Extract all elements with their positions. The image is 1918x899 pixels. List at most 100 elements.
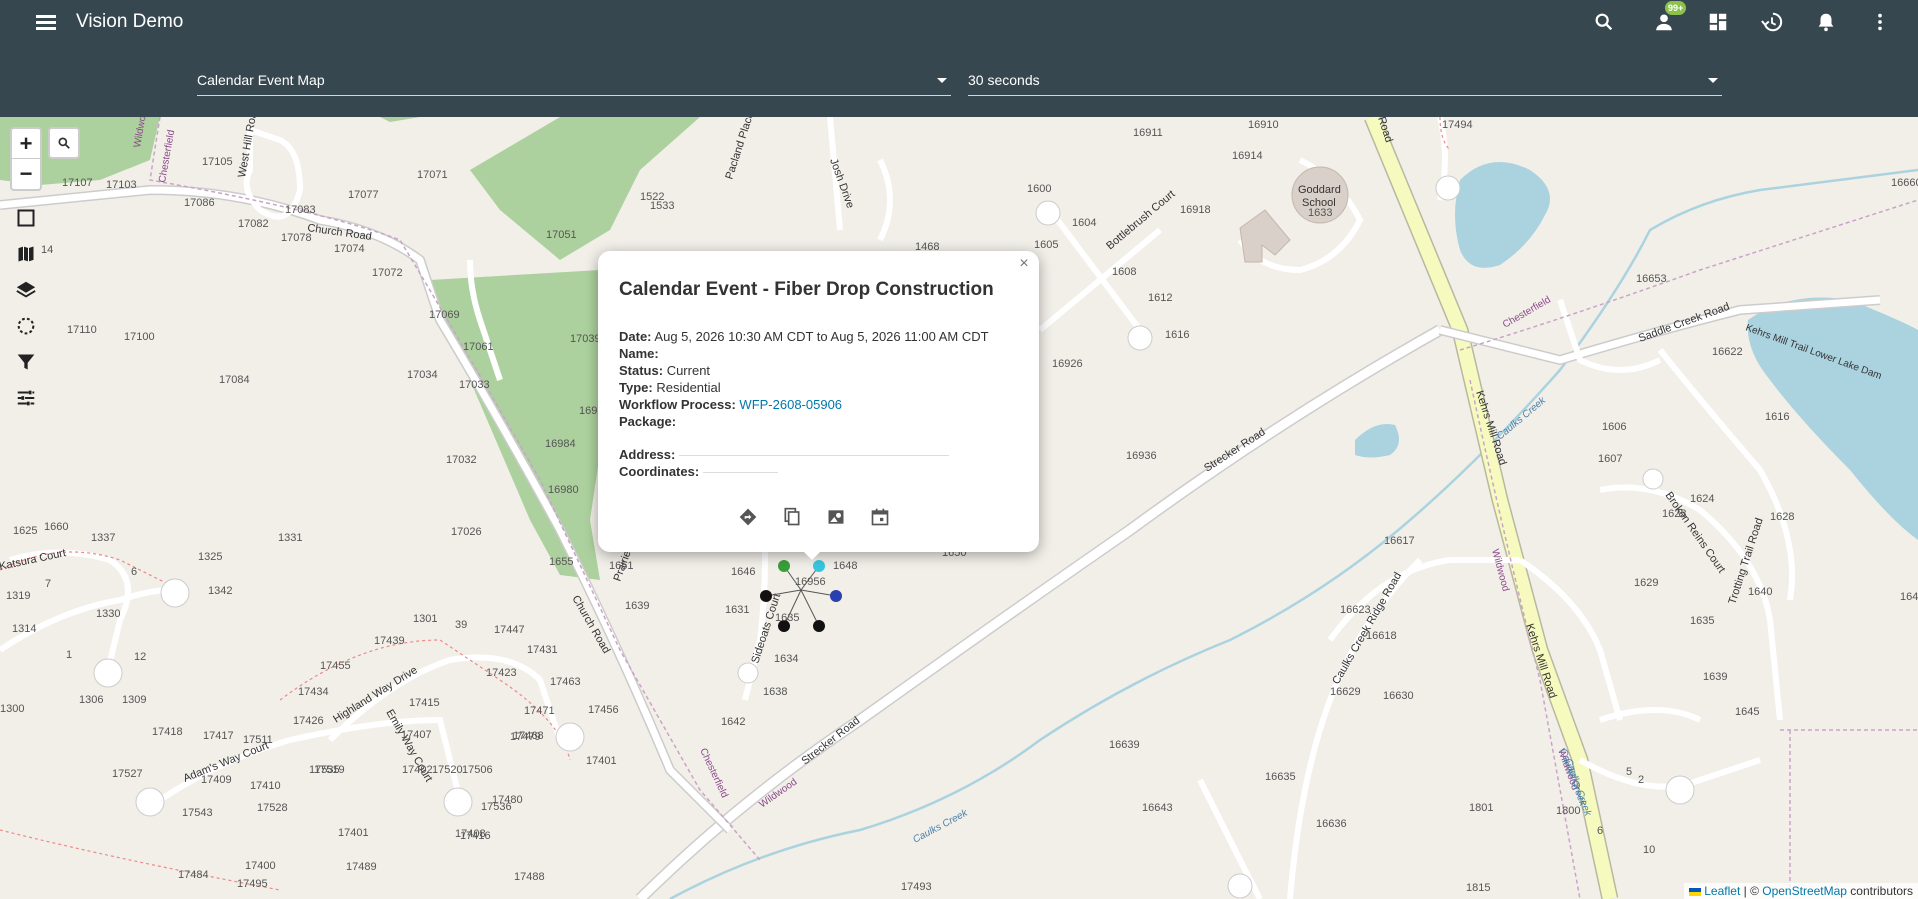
osm-link[interactable]: OpenStreetMap bbox=[1762, 884, 1847, 898]
flag-icon bbox=[1688, 887, 1701, 896]
house-number-label: 17488 bbox=[514, 871, 545, 883]
house-number-label: 17409 bbox=[201, 774, 232, 786]
house-number-label: 1645 bbox=[1735, 706, 1759, 718]
layers-tool[interactable] bbox=[10, 274, 42, 306]
house-number-label: 164 bbox=[1900, 591, 1918, 603]
road-label: Josh Drive bbox=[827, 157, 856, 210]
house-number-label: 16911 bbox=[1133, 127, 1163, 139]
house-number-label: 17536 bbox=[481, 801, 512, 813]
house-number-label: 17431 bbox=[527, 644, 558, 656]
close-popup-button[interactable]: × bbox=[1015, 255, 1033, 273]
house-number-label: 1623 bbox=[1662, 508, 1686, 520]
house-number-label: 39 bbox=[455, 619, 467, 631]
directions-button[interactable] bbox=[738, 507, 758, 527]
street-view-button[interactable] bbox=[826, 507, 846, 527]
search-icon bbox=[58, 137, 70, 149]
house-number-label: 17039 bbox=[570, 333, 601, 345]
account-icon[interactable]: 99+ bbox=[1651, 1, 1687, 35]
house-number-label: 17439 bbox=[374, 635, 405, 647]
road-label: Strecker Road bbox=[799, 715, 862, 768]
house-number-label: 16635 bbox=[1265, 771, 1296, 783]
workflow-label: Workflow Process: bbox=[619, 397, 736, 412]
house-number-label: 1306 bbox=[79, 694, 103, 706]
road-label: Pacland Place bbox=[723, 117, 756, 181]
house-number-label: 17401 bbox=[338, 827, 369, 839]
house-number-label: 17033 bbox=[459, 379, 490, 391]
layers-icon bbox=[16, 281, 36, 298]
leaflet-link[interactable]: Leaflet bbox=[1704, 884, 1740, 898]
house-number-label: 17069 bbox=[429, 309, 460, 321]
settings-tool[interactable] bbox=[10, 382, 42, 414]
house-number-label: 1 bbox=[66, 649, 72, 661]
zoom-out-button[interactable]: − bbox=[12, 159, 40, 189]
boundary-label: Chesterfield bbox=[697, 747, 730, 800]
house-number-label: 1608 bbox=[1112, 266, 1136, 278]
event-marker-green bbox=[778, 560, 790, 572]
event-popup: × Calendar Event - Fiber Drop Constructi… bbox=[598, 251, 1039, 552]
house-number-label: 1628 bbox=[1770, 511, 1794, 523]
menu-icon[interactable] bbox=[34, 10, 58, 34]
house-number-label: 17506 bbox=[462, 764, 493, 776]
house-number-label: 17407 bbox=[401, 729, 432, 741]
house-number-label: 1800 bbox=[1556, 805, 1580, 817]
type-value: Residential bbox=[656, 380, 721, 395]
house-number-label: 17447 bbox=[494, 624, 525, 636]
house-number-label: 17494 bbox=[1442, 119, 1473, 131]
house-number-label: 1337 bbox=[91, 532, 115, 544]
house-number-label: 17527 bbox=[112, 768, 143, 780]
house-number-label: 17484 bbox=[178, 869, 209, 881]
park-area bbox=[380, 117, 420, 122]
house-number-label: 12 bbox=[134, 651, 146, 663]
zoom-in-button[interactable]: + bbox=[12, 129, 40, 159]
refresh-interval-select[interactable]: 30 seconds bbox=[968, 68, 1722, 96]
search-icon[interactable] bbox=[1591, 9, 1617, 35]
house-number-label: 17520 bbox=[432, 764, 463, 776]
dashboard-icon[interactable] bbox=[1705, 9, 1731, 35]
house-number-label: 16636 bbox=[1316, 818, 1347, 830]
place-label: Goddard bbox=[1298, 184, 1341, 196]
house-number-label: 16914 bbox=[1232, 150, 1263, 162]
house-number-label: 1600 bbox=[1027, 183, 1051, 195]
house-number-label: 16984 bbox=[545, 438, 576, 450]
lasso-select-tool[interactable] bbox=[10, 310, 42, 342]
house-number-label: 16643 bbox=[1142, 802, 1173, 814]
house-number-label: 16623 bbox=[1340, 604, 1371, 616]
coordinates-redacted bbox=[702, 472, 778, 474]
map-select[interactable]: Calendar Event Map bbox=[197, 68, 951, 96]
map-search-button[interactable] bbox=[48, 127, 80, 159]
house-number-label: 1638 bbox=[763, 686, 787, 698]
house-number-label: 17417 bbox=[203, 730, 234, 742]
history-icon[interactable] bbox=[1759, 9, 1785, 35]
event-marker-blue bbox=[830, 590, 842, 602]
house-number-label: 1612 bbox=[1148, 292, 1172, 304]
workflow-link[interactable]: WFP-2608-05906 bbox=[739, 397, 842, 412]
attribution-contributors: contributors bbox=[1846, 884, 1913, 898]
date-label: Date: bbox=[619, 329, 652, 344]
calendar-button[interactable] bbox=[870, 507, 890, 527]
filter-tool[interactable] bbox=[10, 346, 42, 378]
road-label: Katsura Court bbox=[0, 547, 67, 573]
more-vert-icon[interactable] bbox=[1867, 9, 1893, 35]
house-number-label: 1616 bbox=[1165, 329, 1189, 341]
event-marker-black bbox=[760, 590, 772, 602]
address-label: Address: bbox=[619, 447, 676, 462]
chevron-down-icon bbox=[937, 78, 947, 83]
house-number-label: 17103 bbox=[106, 179, 137, 191]
house-number-label: 17100 bbox=[124, 331, 155, 343]
bell-icon[interactable] bbox=[1813, 9, 1839, 35]
draw-rectangle-tool[interactable] bbox=[10, 202, 42, 234]
house-number-label: 17400 bbox=[245, 860, 276, 872]
rectangle-icon bbox=[17, 209, 35, 227]
house-number-label: 17426 bbox=[293, 715, 324, 727]
house-number-label: 17072 bbox=[372, 267, 403, 279]
address-redacted bbox=[678, 455, 949, 457]
house-number-label: 16956 bbox=[795, 576, 826, 588]
house-number-label: 7 bbox=[45, 578, 51, 590]
basemap-tool[interactable] bbox=[10, 238, 42, 270]
copy-button[interactable] bbox=[782, 507, 802, 527]
house-number-label: 17110 bbox=[67, 324, 97, 336]
house-number-label: 16926 bbox=[1052, 358, 1083, 370]
house-number-label: 1648 bbox=[833, 560, 857, 572]
house-number-label: 17489 bbox=[346, 861, 377, 873]
zoom-control: + − bbox=[10, 127, 42, 191]
